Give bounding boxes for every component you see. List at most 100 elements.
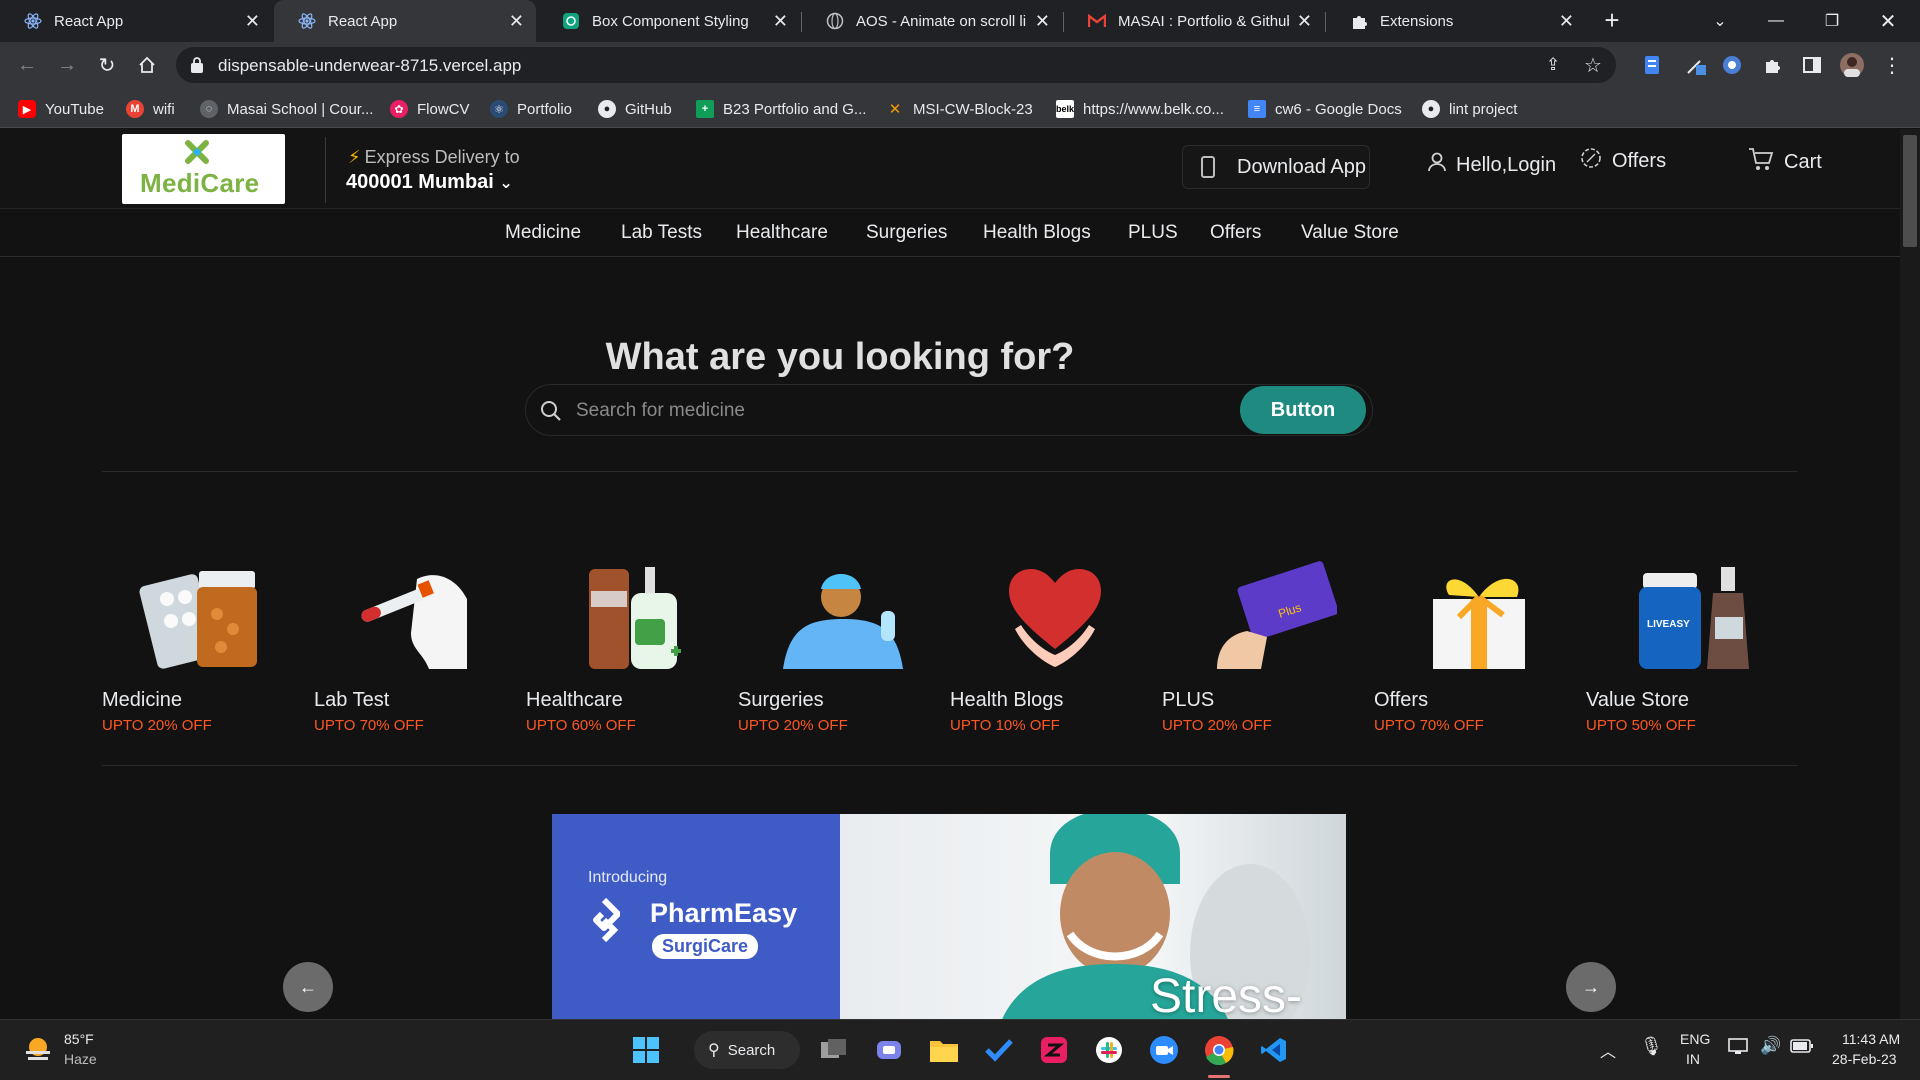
- address-bar[interactable]: dispensable-underwear-8715.vercel.app ⇪ …: [176, 47, 1616, 83]
- lock-icon[interactable]: [190, 56, 204, 79]
- home-icon[interactable]: [132, 50, 162, 80]
- nav-surgeries[interactable]: Surgeries: [866, 222, 947, 244]
- window-close-button[interactable]: ✕: [1860, 0, 1916, 42]
- bookmark-masai[interactable]: ◌ Masai School | Cour...: [200, 98, 373, 120]
- profile-avatar[interactable]: [1840, 53, 1864, 77]
- category-card-plus[interactable]: Plus PLUS UPTO 20% OFF: [1162, 559, 1352, 734]
- bookmark-msi-cw[interactable]: ✕ MSI-CW-Block-23: [886, 98, 1033, 120]
- page-scrollbar[interactable]: [1900, 129, 1920, 1019]
- clock-time[interactable]: 11:43 AM: [1842, 1031, 1900, 1047]
- volume-icon[interactable]: 🔊: [1760, 1036, 1781, 1056]
- chrome-icon[interactable]: [1203, 1034, 1235, 1066]
- search-button[interactable]: Button: [1240, 386, 1366, 434]
- forward-arrow-icon[interactable]: →: [52, 50, 82, 80]
- category-name: Healthcare: [526, 689, 623, 711]
- scrollbar-thumb[interactable]: [1903, 135, 1917, 247]
- taskbar-search[interactable]: ⚲ Search: [694, 1031, 800, 1069]
- network-icon[interactable]: [1728, 1037, 1748, 1058]
- bookmark-wifi[interactable]: Mwifi: [126, 98, 175, 120]
- login-link[interactable]: Hello,Login: [1428, 152, 1556, 178]
- reload-icon[interactable]: ↻: [92, 50, 122, 80]
- offers-link[interactable]: Offers: [1580, 147, 1666, 175]
- close-icon[interactable]: ✕: [1297, 11, 1312, 32]
- category-card-healthcare[interactable]: Healthcare UPTO 60% OFF: [526, 559, 716, 734]
- nav-plus[interactable]: PLUS: [1128, 222, 1178, 244]
- nav-offers[interactable]: Offers: [1210, 222, 1261, 244]
- tab-aos[interactable]: AOS - Animate on scroll libr ✕: [802, 0, 1062, 42]
- nav-lab-tests[interactable]: Lab Tests: [621, 222, 702, 244]
- search-input[interactable]: [576, 393, 1076, 429]
- bookmarks-bar: ▶ YouTube Mwifi ◌ Masai School | Cour... ✿…: [0, 88, 1920, 128]
- bookmark-star-icon[interactable]: ☆: [1584, 53, 1602, 78]
- gmail-icon: [1088, 12, 1106, 30]
- bookmark-flowcv[interactable]: ✿ FlowCV: [390, 98, 470, 120]
- close-icon[interactable]: ✕: [773, 11, 788, 32]
- bookmark-portfolio[interactable]: ⚛ Portfolio: [490, 98, 572, 120]
- close-icon[interactable]: ✕: [1035, 11, 1050, 32]
- bookmark-lint-project[interactable]: ● lint project: [1422, 98, 1517, 120]
- close-icon[interactable]: ✕: [509, 11, 524, 32]
- file-explorer-icon[interactable]: [928, 1034, 960, 1066]
- back-arrow-icon[interactable]: ←: [12, 50, 42, 80]
- side-panel-icon[interactable]: [1800, 53, 1824, 77]
- new-tab-button[interactable]: +: [1597, 6, 1627, 36]
- todo-icon[interactable]: [983, 1034, 1015, 1066]
- download-app-button[interactable]: Download App: [1182, 145, 1370, 189]
- extension-doc-icon[interactable]: [1640, 53, 1664, 77]
- category-card-health-blogs[interactable]: Health Blogs UPTO 10% OFF: [950, 559, 1140, 734]
- close-icon[interactable]: ✕: [1559, 11, 1574, 32]
- nav-value-store[interactable]: Value Store: [1301, 222, 1399, 244]
- carousel-prev-button[interactable]: ←: [283, 962, 333, 1012]
- category-card-medicine[interactable]: Medicine UPTO 20% OFF: [102, 559, 292, 734]
- category-card-offers[interactable]: Offers UPTO 70% OFF: [1374, 559, 1564, 734]
- tab-masai[interactable]: MASAI : Portfolio & Github ✕: [1064, 0, 1324, 42]
- teams-chat-icon[interactable]: [873, 1034, 905, 1066]
- region[interactable]: IN: [1686, 1051, 1700, 1067]
- arrow-right-icon: →: [1582, 976, 1600, 997]
- test-tube-image: [361, 575, 467, 669]
- microphone-icon[interactable]: 🎙: [1640, 1036, 1663, 1057]
- location-selector[interactable]: 400001 Mumbai ⌄: [346, 171, 513, 194]
- clock-date[interactable]: 28-Feb-23: [1832, 1051, 1897, 1067]
- zoom-icon[interactable]: [1148, 1034, 1180, 1066]
- jar-label: LIVEASY: [1647, 619, 1690, 630]
- share-icon[interactable]: ⇪: [1546, 55, 1560, 75]
- restore-button[interactable]: ❐: [1804, 0, 1860, 42]
- bookmark-youtube[interactable]: ▶ YouTube: [18, 98, 104, 120]
- tab-box-component[interactable]: Box Component Styling ✕: [538, 0, 800, 42]
- windows-start-icon[interactable]: [630, 1034, 662, 1066]
- bookmark-b23-portfolio[interactable]: + B23 Portfolio and G...: [696, 98, 866, 120]
- battery-icon[interactable]: [1790, 1038, 1814, 1057]
- extensions-puzzle-icon[interactable]: [1760, 53, 1784, 77]
- bookmark-cw6-docs[interactable]: ≡ cw6 - Google Docs: [1248, 98, 1402, 120]
- vscode-icon[interactable]: [1258, 1034, 1290, 1066]
- tab-search-chevron-icon[interactable]: ⌄: [1692, 0, 1748, 42]
- tray-chevron-up-icon[interactable]: ︿: [1600, 1038, 1616, 1062]
- extension-circle-icon[interactable]: [1720, 53, 1744, 77]
- nav-medicine[interactable]: Medicine: [505, 222, 581, 244]
- nav-health-blogs[interactable]: Health Blogs: [983, 222, 1091, 244]
- tab-react-app-2[interactable]: React App ✕: [274, 0, 536, 42]
- category-card-lab-test[interactable]: Lab Test UPTO 70% OFF: [314, 559, 504, 734]
- tab-react-app-1[interactable]: React App ✕: [0, 0, 272, 42]
- minimize-button[interactable]: —: [1748, 0, 1804, 42]
- medicare-logo[interactable]: MediCare: [122, 134, 285, 204]
- app-s-icon[interactable]: [1038, 1034, 1070, 1066]
- tab-extensions[interactable]: Extensions ✕: [1326, 0, 1586, 42]
- category-card-surgeries[interactable]: Surgeries UPTO 20% OFF: [738, 559, 928, 734]
- close-icon[interactable]: ✕: [245, 11, 260, 32]
- bookmark-github[interactable]: ● GitHub: [598, 98, 672, 120]
- cart-link[interactable]: Cart: [1748, 147, 1822, 177]
- language[interactable]: ENG: [1680, 1031, 1710, 1047]
- bookmark-label: lint project: [1449, 100, 1518, 118]
- more-menu-icon[interactable]: ⋮: [1880, 53, 1904, 77]
- task-view-icon[interactable]: [818, 1034, 850, 1066]
- extension-dropper-icon[interactable]: [1684, 53, 1708, 77]
- carousel-next-button[interactable]: →: [1566, 962, 1616, 1012]
- nav-healthcare[interactable]: Healthcare: [736, 222, 828, 244]
- bookmark-belk[interactable]: belk https://www.belk.co...: [1056, 98, 1224, 120]
- weather-haze-icon[interactable]: [22, 1033, 54, 1065]
- category-card-value-store[interactable]: LIVEASY Value Store UPTO 50% OFF: [1586, 559, 1776, 734]
- promo-banner[interactable]: Introducing PharmEasy SurgiCare Stress-f…: [552, 814, 1346, 1019]
- slack-icon[interactable]: [1093, 1034, 1125, 1066]
